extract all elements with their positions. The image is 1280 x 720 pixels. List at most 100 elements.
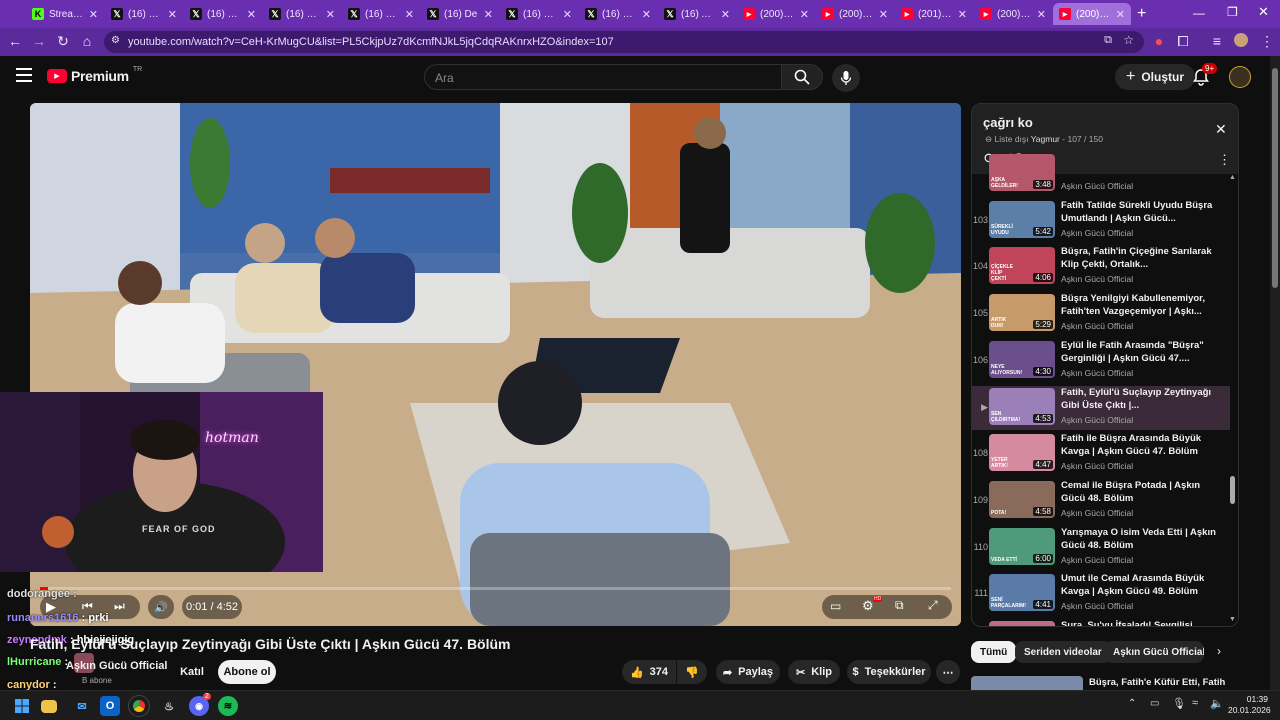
browser-tab[interactable]: 𝕏 (16) App ✕ xyxy=(658,3,736,25)
browser-tab[interactable]: 𝕏 (16) Boş ✕ xyxy=(105,3,183,25)
maximize-button[interactable]: ❐ xyxy=(1227,5,1238,19)
close-window-button[interactable]: ✕ xyxy=(1258,4,1269,20)
tab-close-icon[interactable]: ✕ xyxy=(484,8,493,21)
url-field[interactable]: ⚙ youtube.com/watch?v=CeH-KrMugCU&list=P… xyxy=(104,31,1144,53)
tab-close-icon[interactable]: ✕ xyxy=(1116,8,1125,21)
file-explorer-icon[interactable] xyxy=(41,700,57,713)
clip-button[interactable]: ✂ Klip xyxy=(788,660,840,684)
playlist-item[interactable]: 111 SENİ PARÇALARIM! 4:41 Umut ile Cemal Ar… xyxy=(972,572,1230,616)
share-button[interactable]: ➦ Paylaş xyxy=(716,660,780,684)
playlist-item[interactable]: 109 POTA! 4:58 Cemal ile Büşra Potada | Aşk… xyxy=(972,479,1230,523)
wifi-icon[interactable]: ≈ xyxy=(1192,697,1198,709)
page-scrollbar-thumb[interactable] xyxy=(1272,68,1278,288)
scroll-down-icon[interactable]: ▼ xyxy=(1229,616,1236,623)
subtitles-icon[interactable]: ▭ xyxy=(830,599,841,613)
tab-search-icon[interactable]: ≡ xyxy=(1208,33,1226,49)
playlist-item[interactable]: Şura, Su'yu İfşaladı! Sevgilisi xyxy=(972,619,1230,626)
playlist-item[interactable]: AŞKA GELDİLER! 3:48 Aşkın Gücü Official xyxy=(972,152,1230,196)
playlist-item[interactable]: 105 ARTIK DUR! 5:29 Büşra Yenilgiyi Kabulle… xyxy=(972,292,1230,336)
home-icon[interactable]: ⌂ xyxy=(78,33,96,49)
chevron-right-icon[interactable]: › xyxy=(1217,644,1221,658)
outlook-icon[interactable]: O xyxy=(100,696,120,716)
search-input[interactable]: Ara xyxy=(424,64,782,90)
browser-tab[interactable]: ▶ (200) Mı ✕ xyxy=(974,3,1052,25)
tab-close-icon[interactable]: ✕ xyxy=(405,8,414,21)
fullscreen-icon[interactable]: ⤢ xyxy=(928,598,938,613)
browser-tab[interactable]: ▶ (201) Dü ✕ xyxy=(895,3,973,25)
like-button[interactable]: 👍 374 xyxy=(622,660,676,684)
playlist-item[interactable]: 108 YETER ARTIK! 4:47 Fatih ile Büşra Arası… xyxy=(972,432,1230,476)
chip-series[interactable]: Seriden videolar xyxy=(1015,641,1111,663)
speaker-icon[interactable]: 🔈 xyxy=(1210,697,1224,710)
forward-icon[interactable]: → xyxy=(30,33,48,49)
playlist-item[interactable]: 110 VEDA ETTİ 6:00 Yarışmaya O isim Veda Et… xyxy=(972,526,1230,570)
next-icon[interactable]: ⏭ xyxy=(114,599,125,614)
bookmark-star-icon[interactable]: ☆ xyxy=(1123,33,1134,47)
spotify-icon[interactable]: ≋ xyxy=(218,696,238,716)
tab-close-icon[interactable]: ✕ xyxy=(563,8,572,21)
dislike-button[interactable]: 👎 xyxy=(677,660,707,684)
tab-close-icon[interactable]: ✕ xyxy=(879,8,888,21)
settings-icon[interactable]: ⚙ xyxy=(862,598,874,614)
tab-close-icon[interactable]: ✕ xyxy=(800,8,809,21)
playlist-owner[interactable]: Yagmur xyxy=(1031,134,1060,144)
tab-close-icon[interactable]: ✕ xyxy=(1037,8,1046,21)
adblock-icon[interactable]: ● xyxy=(1150,33,1168,49)
next-video-title[interactable]: Büşra, Fatih'e Küfür Etti, Fatih xyxy=(1089,677,1225,688)
menu-icon[interactable] xyxy=(16,68,32,82)
reload-icon[interactable]: ↻ xyxy=(54,33,72,50)
playlist-item[interactable]: 106 NEYE ALIYORSUN! 4:30 Eylül İle Fatih Ar… xyxy=(972,339,1230,383)
clock[interactable]: 01:39 20.01.2026 xyxy=(1228,694,1271,716)
windows-start-icon[interactable] xyxy=(12,696,32,716)
minimize-button[interactable]: — xyxy=(1193,6,1205,20)
browser-tab[interactable]: 𝕏 (16) BPT ✕ xyxy=(342,3,420,25)
extensions-icon[interactable]: ⧠ xyxy=(1174,33,1192,50)
playlist-item[interactable]: ▶ SEN ÇILDIRTMA! 4:53 Fatih, Eylül'ü Suçlay… xyxy=(972,385,1230,430)
browser-tab[interactable]: 𝕏 (16) Vazi ✕ xyxy=(184,3,262,25)
search-button[interactable] xyxy=(781,64,823,90)
thanks-button[interactable]: $ Teşekkürler xyxy=(847,660,931,684)
account-avatar[interactable] xyxy=(1229,66,1251,88)
browser-tab[interactable]: 𝕏 (16) LHy ✕ xyxy=(500,3,578,25)
voice-search-button[interactable] xyxy=(832,64,860,92)
tab-close-icon[interactable]: ✕ xyxy=(168,8,177,21)
browser-tab[interactable]: ▶ (200) Ge ✕ xyxy=(816,3,894,25)
playlist-item[interactable]: 103 SÜREKLİ UYUDU 5:42 Fatih Tatilde Sürekl… xyxy=(972,199,1230,243)
playlist-item[interactable]: 104 ÇİÇEKLE KLİP ÇEKTİ 4:06 Büşra, Fatih'in… xyxy=(972,245,1230,289)
tab-close-icon[interactable]: ✕ xyxy=(721,8,730,21)
next-video-thumbnail[interactable] xyxy=(971,676,1083,690)
browser-tab[interactable]: K Stream - ✕ xyxy=(26,3,104,25)
youtube-logo[interactable]: ▶ Premium TR xyxy=(47,66,142,84)
browser-tab[interactable]: 𝕏 (16) De ✕ xyxy=(421,3,499,25)
join-button[interactable]: Katıl xyxy=(171,660,213,684)
network-icon[interactable]: ▭ xyxy=(1150,698,1159,709)
browser-tab[interactable]: 𝕏 (16) Boş ✕ xyxy=(263,3,341,25)
tab-close-icon[interactable]: ✕ xyxy=(642,8,651,21)
chrome-icon[interactable] xyxy=(128,695,150,717)
create-button[interactable]: + Oluştur xyxy=(1115,64,1195,90)
progress-bar[interactable] xyxy=(40,587,951,590)
browser-menu-icon[interactable]: ⋮ xyxy=(1258,33,1276,50)
close-icon[interactable]: ✕ xyxy=(1215,121,1227,138)
miniplayer-icon[interactable]: ⧉ xyxy=(895,598,904,613)
chip-all[interactable]: Tümü xyxy=(971,641,1017,663)
page-scrollbar[interactable] xyxy=(1270,56,1280,690)
tab-close-icon[interactable]: ✕ xyxy=(326,8,335,21)
chip-channel[interactable]: Aşkın Gücü Official ar xyxy=(1104,641,1204,663)
steam-icon[interactable]: ♨ xyxy=(159,696,179,716)
tab-close-icon[interactable]: ✕ xyxy=(958,8,967,21)
volume-button[interactable]: 🔊 xyxy=(148,595,174,619)
microphone-tray-icon[interactable]: 🎙 xyxy=(1172,697,1186,710)
back-icon[interactable]: ← xyxy=(6,33,24,49)
tab-close-icon[interactable]: ✕ xyxy=(247,8,256,21)
mail-icon[interactable]: ✉ xyxy=(72,696,92,716)
playlist-scrollbar[interactable] xyxy=(1230,476,1235,504)
browser-tab[interactable]: ▶ (200) "E" ✕ xyxy=(737,3,815,25)
subscribe-button[interactable]: Abone ol xyxy=(218,660,276,684)
install-app-icon[interactable]: ⧉ xyxy=(1104,34,1112,47)
scroll-up-icon[interactable]: ▲ xyxy=(1229,174,1236,181)
tab-close-icon[interactable]: ✕ xyxy=(89,8,98,21)
new-tab-button[interactable]: + xyxy=(1137,5,1146,23)
tray-chevron-icon[interactable]: ⌃ xyxy=(1128,698,1136,709)
browser-tab[interactable]: 𝕏 (16) Jag ✕ xyxy=(579,3,657,25)
